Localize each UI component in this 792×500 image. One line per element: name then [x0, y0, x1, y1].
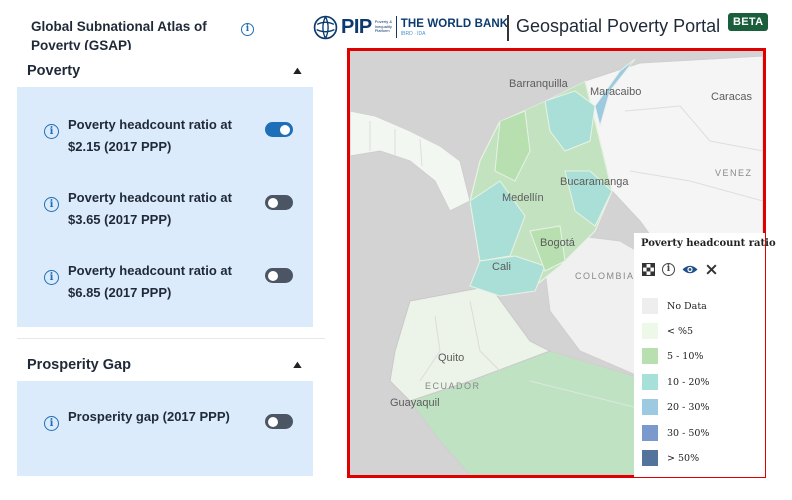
- legend-label: 20 - 30%: [667, 401, 710, 413]
- eye-icon[interactable]: [682, 263, 698, 276]
- close-icon[interactable]: [705, 263, 718, 276]
- map-place-label: Guayaquil: [390, 397, 440, 409]
- info-icon[interactable]: i: [44, 270, 59, 285]
- legend-toolbar: i: [642, 263, 718, 276]
- layer-item-prosperity-gap[interactable]: i Prosperity gap (2017 PPP): [17, 406, 313, 454]
- legend-item: 30 - 50%: [642, 425, 762, 441]
- info-icon[interactable]: i: [44, 124, 59, 139]
- legend-label: > 50%: [667, 452, 700, 464]
- legend-swatch: [642, 450, 658, 466]
- legend-label: 30 - 50%: [667, 427, 710, 439]
- legend-item: No Data: [642, 298, 762, 314]
- map-place-label: Caracas: [711, 91, 752, 103]
- map-country-label: COLOMBIA: [575, 271, 635, 281]
- section-heading: Poverty: [27, 63, 81, 79]
- info-icon[interactable]: i: [44, 416, 59, 431]
- legend-swatch: [642, 399, 658, 415]
- beta-badge: BETA: [728, 13, 769, 31]
- legend-title: Poverty headcount ratio: [641, 238, 776, 249]
- map-place-label: Medellín: [502, 192, 544, 204]
- pip-logo-text: PIP: [341, 15, 372, 38]
- legend-label: No Data: [667, 300, 707, 312]
- layer-toggle-off[interactable]: [265, 414, 293, 429]
- map-country-label: ECUADOR: [425, 381, 481, 391]
- map-country-label: VENEZ: [715, 168, 753, 178]
- layer-label: Poverty headcount ratio at $2.15 (2017 P…: [68, 117, 232, 154]
- layer-toggle-off[interactable]: [265, 195, 293, 210]
- toggle-knob: [280, 124, 290, 135]
- legend-label: 10 - 20%: [667, 376, 710, 388]
- legend-swatch: [642, 323, 658, 339]
- legend-label: < %5: [667, 325, 694, 337]
- legend-item: < %5: [642, 323, 762, 339]
- layer-item-poverty-365[interactable]: i Poverty headcount ratio at $3.65 (2017…: [17, 187, 313, 235]
- worldbank-name: THE WORLD BANK: [400, 17, 509, 30]
- info-icon[interactable]: i: [241, 23, 254, 36]
- map-place-label: Quito: [438, 352, 465, 364]
- checkerboard-icon[interactable]: [642, 263, 655, 276]
- header-separator: [507, 15, 509, 41]
- legend-swatch: [642, 298, 658, 314]
- prosperity-layers-panel: i Prosperity gap (2017 PPP): [17, 381, 313, 476]
- legend-swatch: [642, 374, 658, 390]
- section-heading: Prosperity Gap: [27, 357, 131, 373]
- info-icon[interactable]: i: [662, 263, 675, 276]
- worldbank-subtext: IBRD · IDA: [400, 30, 426, 37]
- legend-swatch: [642, 348, 658, 364]
- legend-item: > 50%: [642, 450, 762, 466]
- map-place-label: Cali: [492, 261, 511, 273]
- chevron-up-icon[interactable]: ▲: [290, 65, 304, 77]
- layer-label: Poverty headcount ratio at $6.85 (2017 P…: [68, 263, 232, 300]
- layer-label: Poverty headcount ratio at $3.65 (2017 P…: [68, 190, 232, 227]
- legend-label: 5 - 10%: [667, 350, 704, 362]
- toggle-knob: [268, 416, 278, 427]
- info-icon[interactable]: i: [44, 197, 59, 212]
- map-place-label: Barranquilla: [509, 78, 568, 90]
- legend-item: 5 - 10%: [642, 348, 762, 364]
- legend-item: 20 - 30%: [642, 399, 762, 415]
- layer-sidebar: Global Subnational Atlas of Poverty (GSA…: [0, 0, 330, 500]
- chevron-up-icon[interactable]: ▲: [290, 359, 304, 371]
- toggle-knob: [268, 197, 278, 208]
- toggle-knob: [268, 270, 278, 281]
- layer-label: Prosperity gap (2017 PPP): [68, 409, 230, 424]
- layer-item-poverty-685[interactable]: i Poverty headcount ratio at $6.85 (2017…: [17, 260, 313, 308]
- worldbank-wordmark: THE WORLD BANK IBRD · IDA: [401, 18, 508, 37]
- portal-title: Geospatial Poverty Portal: [516, 16, 721, 36]
- section-divider: [17, 338, 325, 339]
- pip-worldbank-logo[interactable]: PIP Poverty & Inequality Platform THE WO…: [313, 13, 508, 41]
- poverty-section-header[interactable]: Poverty ▲: [17, 56, 313, 86]
- map-place-label: Bogotá: [540, 237, 575, 249]
- map-place-label: Bucaramanga: [560, 176, 629, 188]
- poverty-layers-panel: i Poverty headcount ratio at $2.15 (2017…: [17, 87, 313, 327]
- globe-icon: [313, 15, 338, 39]
- logo-divider: [395, 16, 397, 38]
- pip-logo-subtext: Poverty & Inequality Platform: [374, 19, 393, 34]
- layer-item-poverty-215[interactable]: i Poverty headcount ratio at $2.15 (2017…: [17, 114, 313, 162]
- layer-toggle-on[interactable]: [265, 122, 293, 137]
- legend-swatch: [642, 425, 658, 441]
- map-place-label: Maracaibo: [590, 86, 642, 98]
- map-legend: Poverty headcount ratio i No Data < %5 5…: [634, 233, 776, 477]
- legend-item: 10 - 20%: [642, 374, 762, 390]
- atlas-title: Global Subnational Atlas of Poverty (GSA…: [31, 19, 207, 50]
- layer-toggle-off[interactable]: [265, 268, 293, 283]
- prosperity-gap-section-header[interactable]: Prosperity Gap ▲: [17, 350, 313, 380]
